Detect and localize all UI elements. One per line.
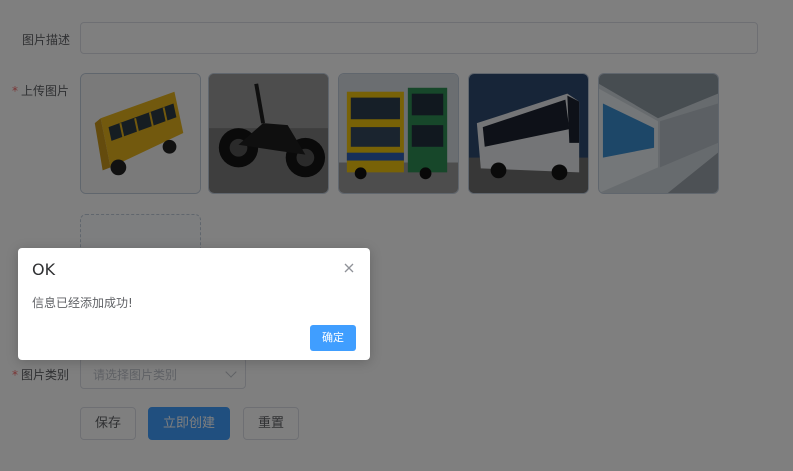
modal-overlay[interactable] <box>0 0 793 471</box>
page: 图片描述 *上传图片 <box>0 0 793 471</box>
dialog-title: OK <box>32 260 56 279</box>
message-dialog: OK 信息已经添加成功! 确定 <box>18 248 370 360</box>
close-icon[interactable] <box>342 260 356 274</box>
confirm-button[interactable]: 确定 <box>310 325 356 351</box>
dialog-message: 信息已经添加成功! <box>32 296 133 310</box>
